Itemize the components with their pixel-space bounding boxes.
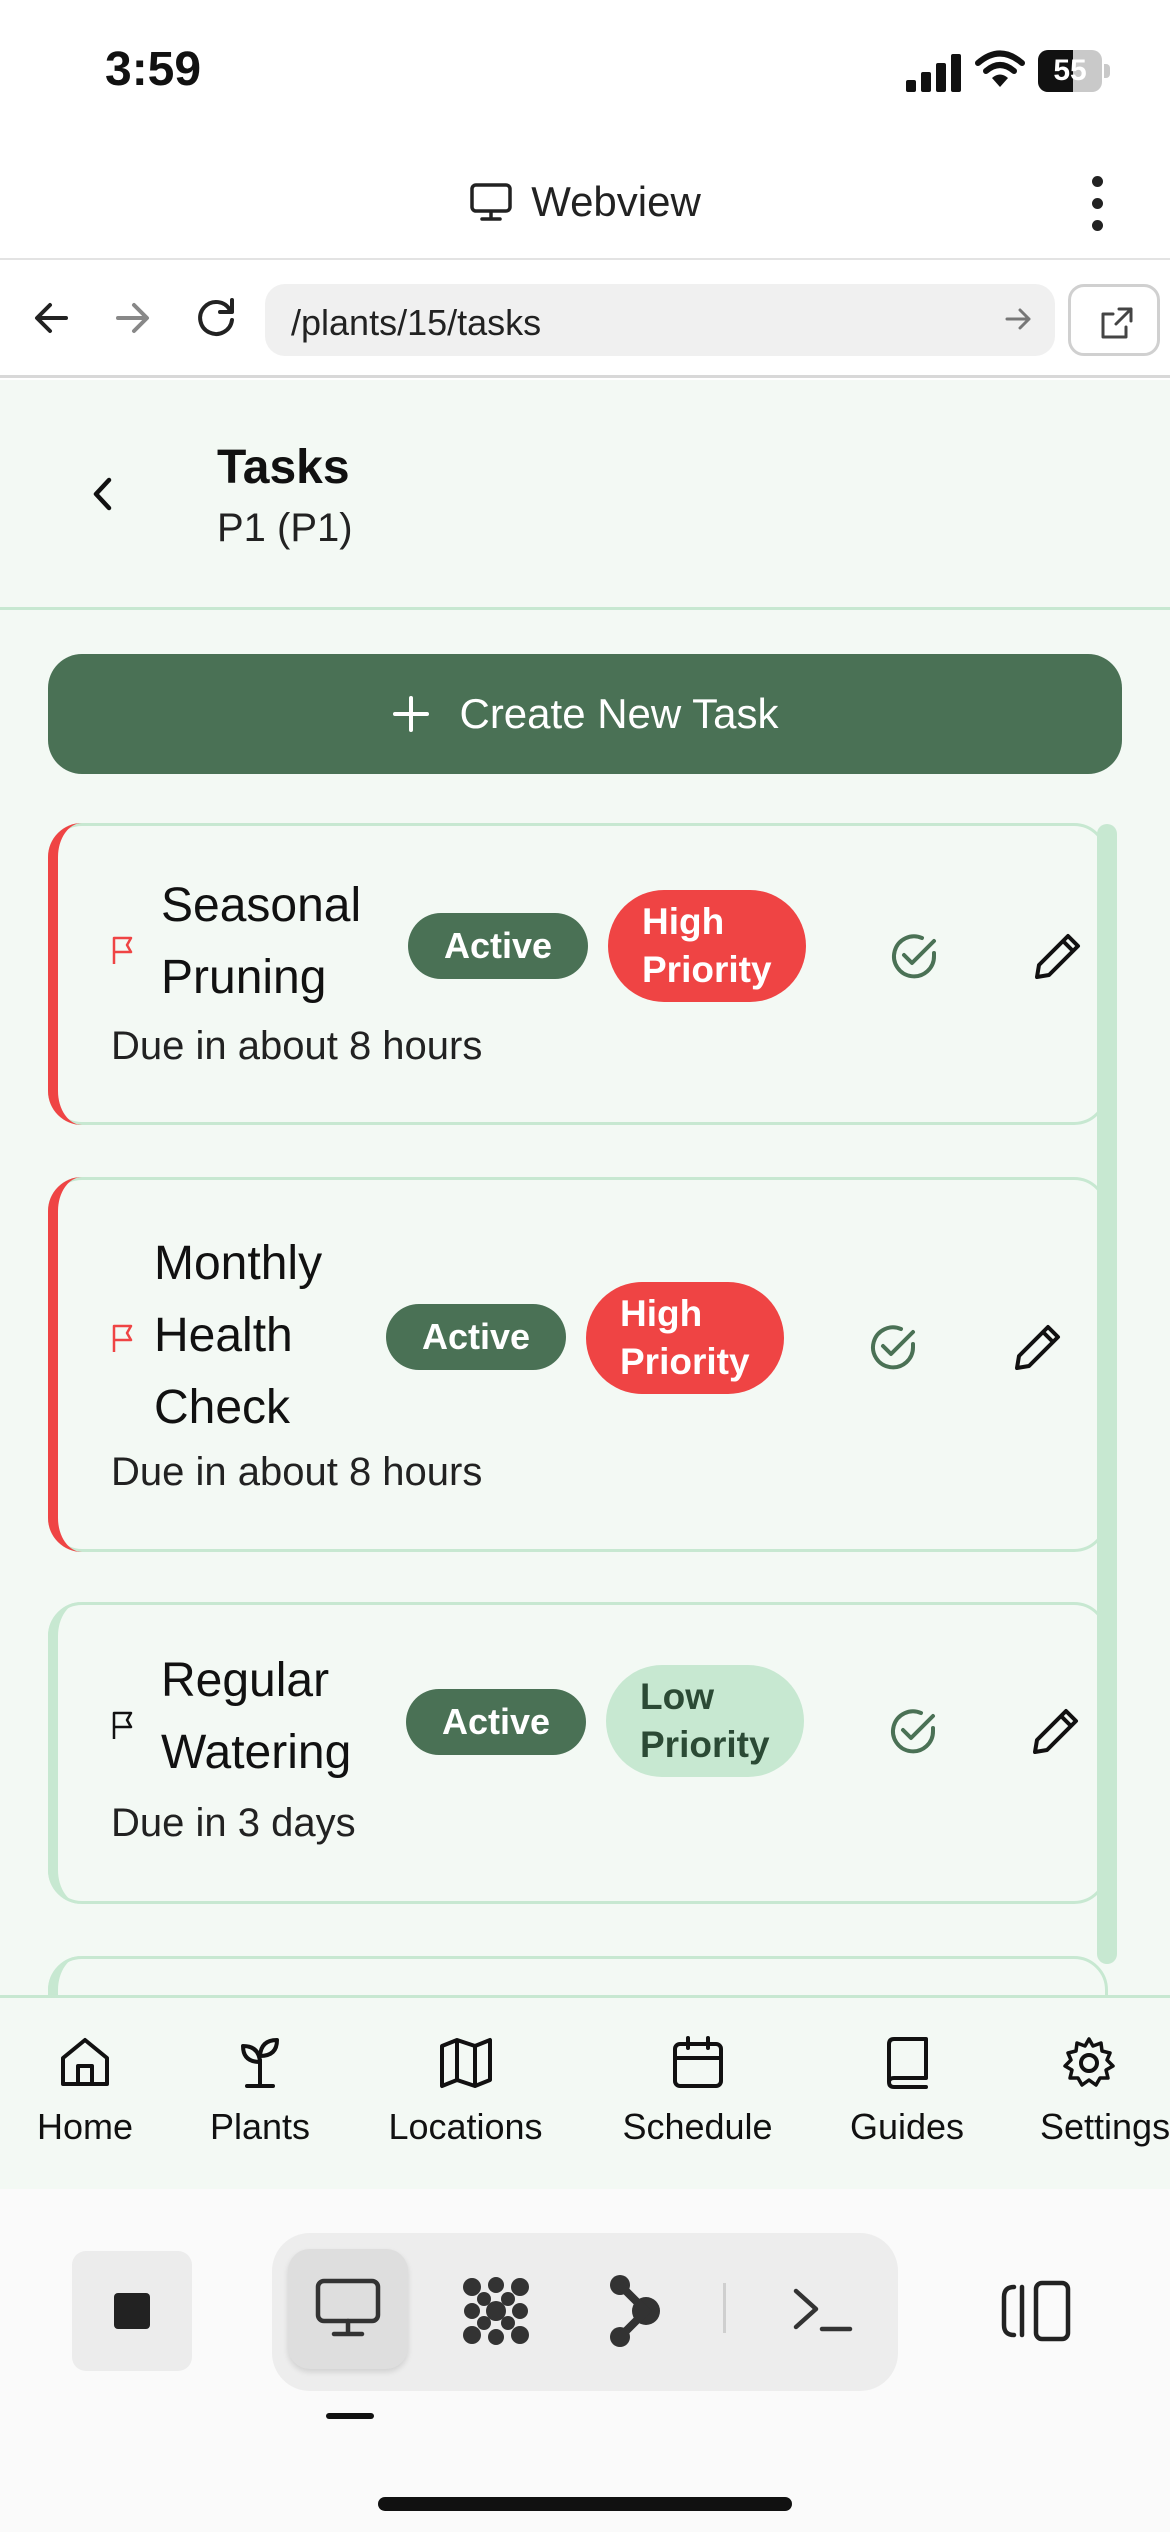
tab-label: Guides xyxy=(849,2106,965,2147)
priority-badge: Low Priority xyxy=(606,1665,804,1777)
monitor-icon xyxy=(315,2278,381,2337)
priority-badge: High Priority xyxy=(586,1282,784,1394)
external-link-icon xyxy=(1101,307,1133,339)
back-chevron-icon[interactable] xyxy=(82,464,122,524)
book-icon xyxy=(887,2037,928,2089)
pencil-icon[interactable] xyxy=(1011,1320,1065,1374)
branch-nodes-icon[interactable] xyxy=(606,2273,662,2349)
task-due-text: Due in 3 days xyxy=(111,1801,356,1845)
page-subtitle: P1 (P1) xyxy=(217,506,353,550)
status-badge: Active xyxy=(386,1304,567,1370)
status-bar: 3:59 55 xyxy=(0,0,1170,150)
task-due-text: Due in about 8 hours xyxy=(111,1450,483,1494)
tab-label: Plants xyxy=(209,2106,311,2147)
plus-icon xyxy=(393,696,430,732)
split-view-icon[interactable] xyxy=(1000,2279,1072,2343)
status-badge: Active xyxy=(406,1689,587,1755)
calendar-icon xyxy=(672,2036,723,2088)
home-indicator[interactable] xyxy=(378,2497,792,2511)
kebab-menu-icon[interactable] xyxy=(1078,172,1118,236)
tab-schedule[interactable]: Schedule xyxy=(615,2034,780,2148)
cellular-signal-icon xyxy=(906,54,961,92)
task-name: Regular Watering xyxy=(161,1654,352,1779)
stop-button[interactable] xyxy=(72,2251,192,2371)
home-icon xyxy=(61,2038,109,2086)
battery-indicator: 55 xyxy=(1038,50,1110,92)
dots-grid-icon[interactable] xyxy=(458,2273,534,2349)
task-card[interactable]: Seasonal Pruning Active High Priority Due … xyxy=(48,823,1108,1125)
wifi-icon xyxy=(975,50,1025,87)
separator xyxy=(723,2283,726,2333)
flag-icon xyxy=(112,1324,133,1352)
tab-guides[interactable]: Guides xyxy=(842,2034,972,2148)
open-external-button[interactable] xyxy=(1068,284,1160,356)
gear-icon xyxy=(1063,2037,1115,2087)
pencil-icon[interactable] xyxy=(1029,1704,1083,1758)
task-name: Seasonal Pruning xyxy=(161,879,362,1004)
stop-icon xyxy=(114,2293,150,2329)
tab-label: Settings xyxy=(1040,2106,1170,2147)
tab-label: Schedule xyxy=(622,2106,773,2147)
forward-arrow-icon[interactable] xyxy=(102,288,162,348)
pencil-icon[interactable] xyxy=(1031,929,1085,983)
create-task-label: Create New Task xyxy=(459,690,779,737)
battery-percent: 55 xyxy=(1053,54,1087,87)
active-mode-indicator xyxy=(326,2413,374,2419)
sprout-icon xyxy=(241,2038,279,2088)
page-title: Tasks xyxy=(217,441,350,494)
flag-icon xyxy=(112,1711,133,1739)
scrollbar[interactable] xyxy=(1097,824,1117,1964)
flag-icon xyxy=(112,936,133,964)
task-due-text: Due in about 8 hours xyxy=(111,1024,483,1068)
check-circle-icon[interactable] xyxy=(887,929,941,983)
url-text: /plants/15/tasks xyxy=(291,302,542,343)
webview-mode-button[interactable] xyxy=(288,2249,408,2369)
tab-home[interactable]: Home xyxy=(30,2034,140,2148)
tab-label: Locations xyxy=(388,2106,543,2147)
status-time: 3:59 xyxy=(105,43,202,96)
check-circle-icon[interactable] xyxy=(866,1320,920,1374)
create-task-button[interactable]: Create New Task xyxy=(48,654,1122,774)
task-card[interactable]: Regular Watering Active Low Priority Due i… xyxy=(48,1602,1108,1904)
tab-plants[interactable]: Plants xyxy=(200,2034,320,2148)
terminal-icon[interactable] xyxy=(790,2277,854,2341)
priority-badge: High Priority xyxy=(608,890,806,1002)
mode-switcher xyxy=(272,2233,898,2391)
browser-toolbar: /plants/15/tasks xyxy=(0,262,1170,378)
go-arrow-icon[interactable] xyxy=(1001,302,1035,336)
tab-locations[interactable]: Locations xyxy=(378,2034,553,2148)
system-toolbar xyxy=(0,2189,1170,2532)
monitor-icon xyxy=(470,183,512,221)
tab-label: Home xyxy=(36,2106,134,2147)
task-card[interactable] xyxy=(48,1956,1108,1995)
app-content: Tasks P1 (P1) Create New Task Seasonal Pr… xyxy=(0,380,1170,1995)
check-circle-icon[interactable] xyxy=(886,1704,940,1758)
bottom-tab-bar: Home Plants Locations Schedule Guides Se… xyxy=(0,1995,1170,2189)
tab-settings[interactable]: Settings xyxy=(1040,2034,1170,2148)
status-badge: Active xyxy=(408,913,589,979)
map-icon xyxy=(439,2038,492,2088)
webview-header: Webview xyxy=(0,150,1170,260)
back-arrow-icon[interactable] xyxy=(22,288,82,348)
url-field[interactable]: /plants/15/tasks xyxy=(265,284,1055,356)
reload-icon[interactable] xyxy=(186,288,246,348)
task-name: Monthly Health Check xyxy=(154,1237,323,1434)
task-card[interactable]: Monthly Health Check Active High Priority D… xyxy=(48,1177,1108,1552)
webview-title: Webview xyxy=(531,178,701,225)
page-header: Tasks P1 (P1) xyxy=(0,380,1170,610)
